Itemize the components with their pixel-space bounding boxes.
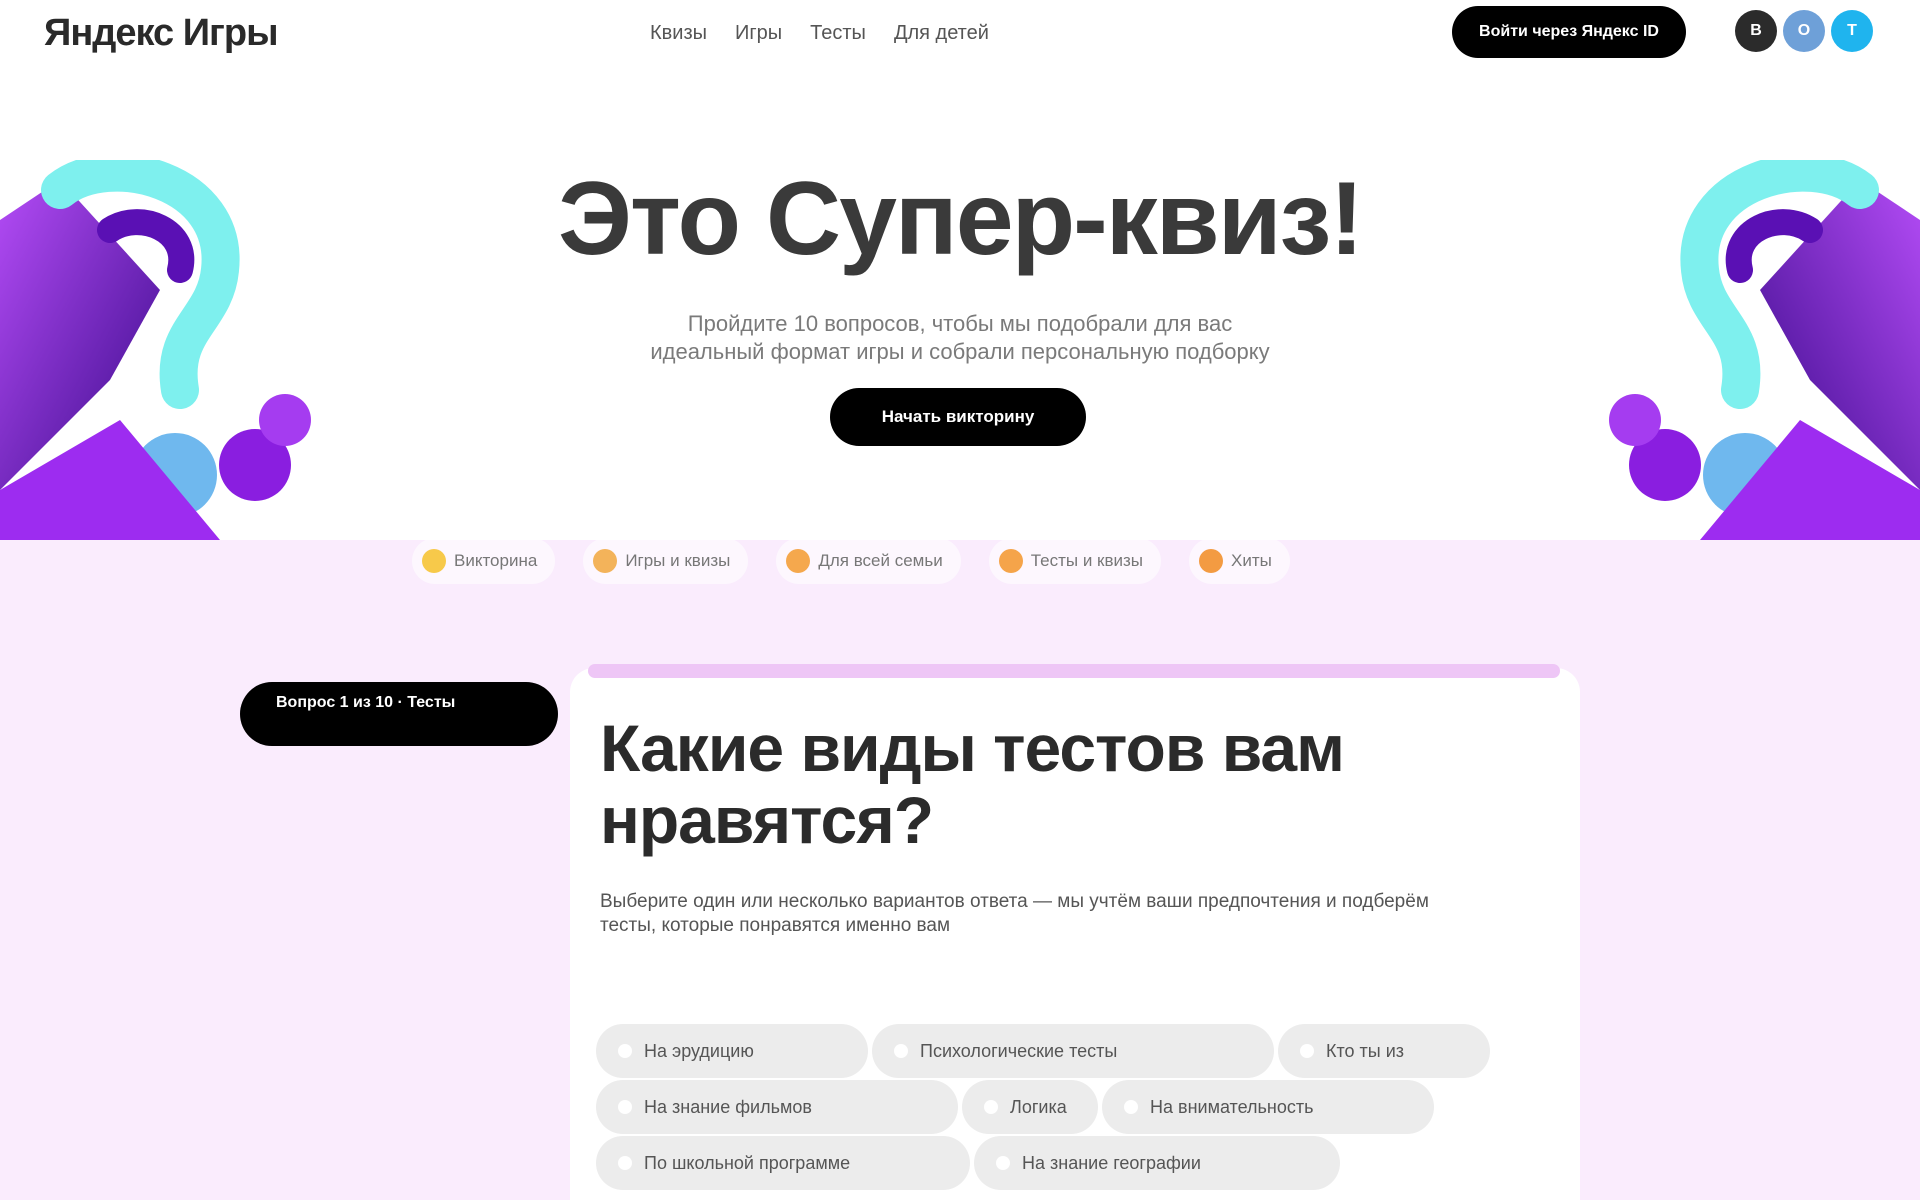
option-bullet-icon	[894, 1044, 908, 1058]
answer-option[interactable]: По школьной программе	[596, 1136, 970, 1190]
coin-icon	[422, 549, 446, 573]
answer-option[interactable]: Психологические тесты	[872, 1024, 1274, 1078]
answer-option[interactable]: На знание географии	[974, 1136, 1340, 1190]
option-bullet-icon	[618, 1156, 632, 1170]
option-bullet-icon	[996, 1156, 1010, 1170]
answer-option[interactable]: Кто ты из	[1278, 1024, 1490, 1078]
top-bar: Яндекс Игры Квизы Игры Тесты Для детей В…	[0, 0, 1920, 64]
category-tabs: Викторина Игры и квизы Для всей семьи Те…	[412, 538, 1290, 584]
main-nav: Квизы Игры Тесты Для детей	[650, 18, 989, 49]
ok-icon[interactable]: О	[1783, 10, 1825, 52]
coin-icon	[786, 549, 811, 573]
login-button[interactable]: Войти через Яндекс ID	[1452, 6, 1686, 58]
tab-hits[interactable]: Хиты	[1189, 538, 1290, 584]
start-quiz-button[interactable]: Начать викторину	[830, 388, 1086, 446]
vk-icon[interactable]: В	[1735, 10, 1777, 52]
coin-icon	[1199, 549, 1224, 573]
tab-quiz[interactable]: Викторина	[412, 538, 556, 584]
answer-option[interactable]: На внимательность	[1102, 1080, 1434, 1134]
card-accent-bar	[588, 664, 1560, 678]
social-links: В О T	[1735, 10, 1873, 52]
option-bullet-icon	[984, 1100, 998, 1114]
question-description: Выберите один или несколько вариантов от…	[600, 891, 1429, 936]
site-logo[interactable]: Яндекс Игры	[44, 12, 279, 55]
option-bullet-icon	[1124, 1100, 1138, 1114]
answer-option[interactable]: На знание фильмов	[596, 1080, 958, 1134]
answer-option[interactable]: Логика	[962, 1080, 1098, 1134]
question-progress-badge: Вопрос 1 из 10 · Тесты	[240, 682, 558, 746]
nav-link-quizzes[interactable]: Квизы	[650, 18, 707, 49]
tab-tests-quizzes[interactable]: Тесты и квизы	[988, 538, 1162, 584]
tab-label: Хиты	[1231, 551, 1272, 570]
question-title: Какие виды тестов вам нравятся?	[600, 711, 1345, 857]
tab-label: Тесты и квизы	[1030, 551, 1144, 570]
answer-option[interactable]: На эрудицию	[596, 1024, 868, 1078]
nav-link-kids[interactable]: Для детей	[894, 18, 989, 49]
tab-games-quizzes[interactable]: Игры и квизы	[583, 538, 749, 584]
nav-link-tests[interactable]: Тесты	[810, 18, 866, 49]
tab-family[interactable]: Для всей семьи	[776, 538, 961, 584]
nav-link-games[interactable]: Игры	[735, 18, 782, 49]
option-bullet-icon	[1300, 1044, 1314, 1058]
option-bullet-icon	[618, 1044, 632, 1058]
tab-label: Игры и квизы	[625, 551, 731, 570]
option-bullet-icon	[618, 1100, 632, 1114]
hero-subtitle: Пройдите 10 вопросов, чтобы мы подобрали…	[650, 311, 1270, 364]
coin-icon	[593, 549, 618, 573]
hero-title: Это Супер-квиз!	[558, 161, 1364, 277]
tab-label: Викторина	[454, 551, 538, 570]
telegram-icon[interactable]: T	[1831, 10, 1873, 52]
tab-label: Для всей семьи	[818, 551, 943, 570]
coin-icon	[998, 549, 1023, 573]
